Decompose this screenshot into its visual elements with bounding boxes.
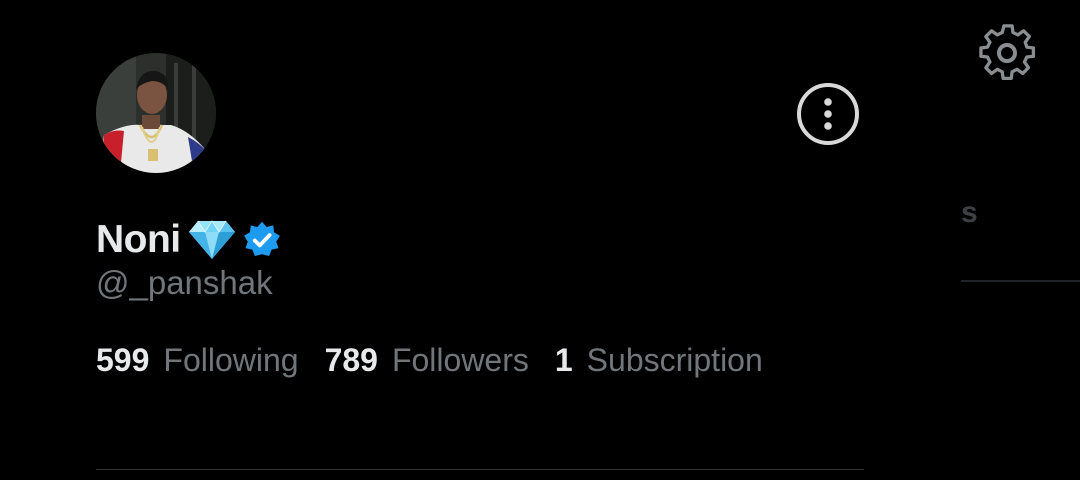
display-name: Noni	[96, 218, 181, 261]
following-count: 599	[96, 342, 150, 378]
background-divider	[961, 280, 1080, 282]
gem-emoji-icon	[188, 220, 235, 259]
following-stat[interactable]: 599 Following	[96, 342, 299, 379]
verified-badge-icon	[243, 221, 280, 256]
followers-label: Followers	[391, 342, 529, 378]
user-handle: @_panshak	[96, 264, 273, 301]
avatar-photo	[96, 53, 216, 173]
display-name-row: Noni	[96, 214, 281, 266]
followers-count: 789	[324, 342, 378, 378]
profile-drawer: Noni @_panshak 599 Following 789 Followe…	[0, 0, 960, 480]
drawer-divider	[96, 469, 864, 470]
following-label: Following	[163, 342, 299, 378]
more-options-button[interactable]	[797, 83, 859, 145]
more-options-icon	[824, 98, 832, 130]
background-tab-fragment: s	[961, 196, 978, 229]
subscription-count: 1	[554, 342, 573, 378]
settings-button[interactable]	[974, 20, 1040, 86]
subscription-label: Subscription	[586, 342, 763, 378]
avatar[interactable]	[96, 53, 216, 173]
gear-icon	[979, 24, 1036, 80]
followers-stat[interactable]: 789 Followers	[325, 342, 529, 379]
subscription-stat[interactable]: 1 Subscription	[555, 342, 763, 379]
profile-stats: 599 Following 789 Followers 1 Subscripti…	[96, 342, 763, 379]
